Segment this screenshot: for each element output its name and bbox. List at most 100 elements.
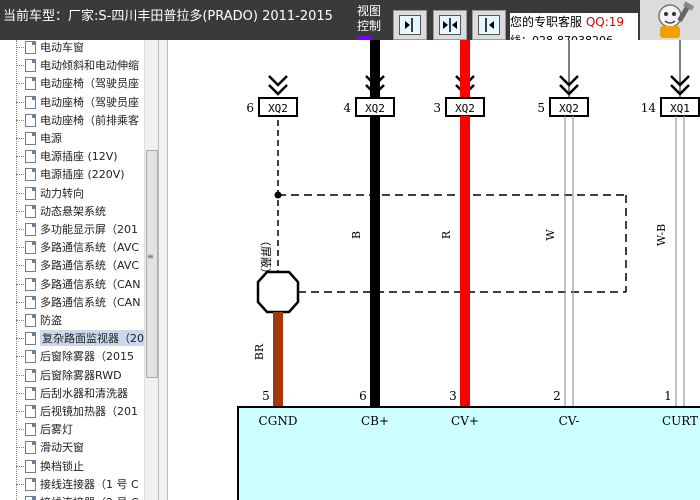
splitter[interactable] bbox=[158, 40, 168, 500]
sidebar-item-label: 多路通信系统（CAN bbox=[40, 295, 141, 309]
arrow-left-icon bbox=[478, 15, 500, 35]
sidebar-item-label: 后刮水器和清洗器 bbox=[40, 386, 128, 400]
sidebar-item[interactable]: 多路通信系统（AVC bbox=[16, 256, 144, 274]
sidebar-item[interactable]: 电源插座 (12V) bbox=[16, 147, 144, 165]
document-icon bbox=[25, 259, 36, 273]
sidebar-item[interactable]: 接线连接器（1 号 C bbox=[16, 475, 144, 493]
sidebar-item-label: 后窗除雾器（2015 bbox=[40, 350, 134, 364]
document-icon bbox=[25, 41, 36, 54]
document-icon bbox=[25, 113, 36, 127]
sidebar-item[interactable]: 后视镜加热器（201 bbox=[16, 402, 144, 420]
document-icon bbox=[25, 204, 36, 218]
connector-label: XQ1 bbox=[670, 102, 690, 115]
sidebar-item-label: 接线连接器（2 号 C bbox=[40, 494, 139, 500]
sidebar-tree: 电动车窗 电动倾斜和电动伸缩 电动座椅（驾驶员座 电动座椅（驾驶员座 电动座椅（前排乘客… bbox=[0, 40, 158, 500]
sidebar-item[interactable]: 多路通信系统（CAN bbox=[16, 275, 144, 293]
document-icon bbox=[25, 95, 36, 109]
nav-prev-button[interactable] bbox=[472, 10, 506, 40]
tree-connector bbox=[16, 338, 24, 340]
wire-color-code: R bbox=[440, 230, 453, 239]
document-icon bbox=[25, 332, 36, 346]
sidebar-item-label: 动态悬架系统 bbox=[40, 204, 106, 218]
sidebar-item[interactable]: 电动车窗 bbox=[16, 40, 144, 56]
sidebar-item[interactable]: 后雾灯 bbox=[16, 420, 144, 438]
tree-connector bbox=[16, 320, 24, 321]
arrow-right-icon bbox=[399, 15, 421, 35]
document-icon bbox=[25, 459, 36, 473]
sidebar-item[interactable]: 后刮水器和清洗器 bbox=[16, 384, 144, 402]
view-control-label[interactable]: 视图 控制 bbox=[352, 4, 386, 40]
tree-connector bbox=[16, 356, 24, 358]
support-qq[interactable]: QQ:19 bbox=[586, 15, 624, 29]
terminal-label: CB+ bbox=[361, 414, 389, 428]
document-icon bbox=[25, 496, 36, 500]
sidebar-item-label: 多功能显示屏（201 bbox=[40, 223, 138, 236]
wire-3: XQ2 3 R 3 bbox=[433, 40, 485, 407]
sidebar-item-label: 电动车窗 bbox=[40, 41, 84, 54]
terminal-label: CGND bbox=[259, 414, 298, 428]
sidebar-item[interactable]: 电源插座 (220V) bbox=[16, 165, 144, 183]
top-bar: 当前车型：厂家:S-四川丰田普拉多(PRADO) 2011-2015 视图 控制… bbox=[0, 0, 700, 40]
terminal-label: CURT bbox=[662, 414, 698, 428]
sidebar-item[interactable]: 后窗除雾器RWD bbox=[16, 366, 144, 384]
sidebar-item[interactable]: 防盗 bbox=[16, 311, 144, 329]
document-icon bbox=[25, 405, 36, 418]
sidebar-item[interactable]: 电动座椅（驾驶员座 bbox=[16, 74, 144, 92]
wire-color-code: W bbox=[544, 229, 557, 241]
pin-top: 6 bbox=[246, 101, 254, 115]
sidebar-item[interactable]: 滑动天窗 bbox=[16, 438, 144, 456]
sidebar-item-label: 电动倾斜和电动伸缩 bbox=[40, 59, 139, 73]
document-icon bbox=[25, 350, 36, 364]
tree-connector bbox=[16, 465, 24, 467]
terminal-label: CV- bbox=[559, 414, 580, 428]
sidebar-item[interactable]: 动态悬架系统 bbox=[16, 202, 144, 220]
sidebar-item[interactable]: 电动座椅（驾驶员座 bbox=[16, 93, 144, 111]
view-control-line1: 视图 bbox=[356, 4, 381, 18]
sidebar-item[interactable]: 电源 bbox=[16, 129, 144, 147]
document-icon bbox=[25, 295, 36, 309]
sidebar-item[interactable]: 多路通信系统（CAN bbox=[16, 293, 144, 311]
document-icon bbox=[25, 241, 36, 255]
document-icon bbox=[25, 77, 36, 91]
wire-color-code: BR bbox=[253, 343, 266, 360]
pin-bottom: 6 bbox=[359, 389, 367, 403]
sidebar-item[interactable]: 复杂路面监视器（20 bbox=[16, 329, 146, 347]
sidebar-item-label: 防盗 bbox=[40, 314, 62, 327]
scrollbar-thumb[interactable] bbox=[146, 150, 158, 378]
fit-width-icon bbox=[439, 15, 461, 35]
tree-connector bbox=[16, 447, 24, 449]
sidebar-item[interactable]: 电动座椅（前排乘客 bbox=[16, 111, 144, 129]
nav-fit-button[interactable] bbox=[433, 10, 467, 40]
document-icon bbox=[25, 441, 36, 455]
sidebar-item[interactable]: 接线连接器（2 号 C bbox=[16, 493, 144, 500]
sidebar-item[interactable]: 换档锁止 bbox=[16, 457, 144, 475]
sidebar-scrollbar[interactable]: ≡ bbox=[144, 40, 158, 500]
sidebar-item-label: 动力转向 bbox=[40, 186, 84, 200]
sidebar-item-label: 多路通信系统（AVC bbox=[40, 259, 140, 273]
wire-5: XQ1 14 W-B 1 bbox=[641, 40, 700, 407]
sidebar-item[interactable]: 多功能显示屏（201 bbox=[16, 220, 144, 238]
sidebar-item-label: 换档锁止 bbox=[40, 459, 84, 473]
pin-bottom: 3 bbox=[449, 389, 457, 403]
wires: XQ2 6 BR 5 XQ2 4 B 6 XQ2 3 R 3 XQ2 5 W 2 XQ1 14 W-B 1 bbox=[246, 40, 700, 407]
tree-connector bbox=[16, 119, 24, 121]
sidebar-item-label: 电源插座 (12V) bbox=[40, 150, 118, 164]
wiring-diagram: （屏蔽） XQ2 6 BR 5 XQ2 4 B 6 XQ2 3 R 3 XQ2 5 W 2 XQ1 14 W-B 1 … bbox=[168, 40, 700, 500]
mascot-logo bbox=[640, 0, 700, 40]
nav-next-button[interactable] bbox=[393, 10, 427, 40]
sidebar-item[interactable]: 动力转向 bbox=[16, 184, 144, 202]
diagram-canvas: （屏蔽） XQ26BR5XQ24B6XQ23R3XQ25W2XQ114W-B1 … bbox=[237, 40, 700, 500]
support-box: 您的专职客服 QQ:19 线：028-87038206 bbox=[510, 13, 638, 40]
sidebar-item[interactable]: 电动倾斜和电动伸缩 bbox=[16, 56, 144, 74]
sidebar-item[interactable]: 后窗除雾器（2015 bbox=[16, 347, 144, 365]
sidebar-item[interactable]: 多路通信系统（AVC bbox=[16, 238, 144, 256]
sidebar-item-label: 电动座椅（前排乘客 bbox=[40, 113, 139, 127]
tree-connector bbox=[16, 101, 24, 103]
tree-connector bbox=[16, 301, 24, 303]
pin-top: 14 bbox=[641, 101, 657, 115]
pin-bottom: 1 bbox=[664, 389, 672, 403]
tree-connector bbox=[16, 483, 24, 485]
sidebar-item-label: 后视镜加热器（201 bbox=[40, 405, 138, 418]
tree-connector bbox=[16, 411, 24, 412]
wire-2: XQ2 4 B 6 bbox=[343, 40, 395, 407]
